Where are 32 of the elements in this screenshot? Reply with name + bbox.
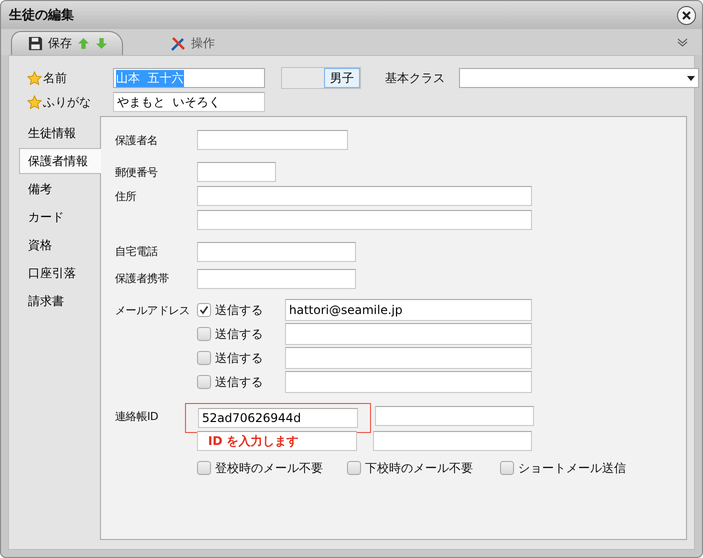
name-label: 名前	[43, 70, 67, 86]
toolbar-tab[interactable]: 操作	[153, 31, 230, 55]
side-tab[interactable]: カード	[19, 204, 100, 230]
send-label: 送信する	[215, 350, 263, 366]
option-label: 下校時のメール不要	[365, 460, 473, 476]
send-label: 送信する	[215, 302, 263, 318]
side-tab[interactable]: 資格	[19, 232, 100, 258]
toolbar-tab[interactable]: 保存	[11, 31, 123, 55]
home-phone-label: 自宅電話	[115, 244, 159, 259]
contact-id-field[interactable]: 52ad70626944d	[198, 408, 358, 428]
contact-id-field[interactable]: ID を入力します	[197, 430, 357, 450]
address-label: 住所	[115, 188, 138, 204]
email-label: メールアドレス	[115, 302, 191, 318]
kana-field[interactable]: やまもと いそろく	[113, 92, 265, 112]
kana-label: ふりがな	[43, 94, 91, 110]
side-tab[interactable]: 請求書	[19, 288, 100, 314]
option-label: ショートメール送信	[518, 460, 626, 476]
guardian-name-label: 保護者名	[115, 132, 159, 148]
side-tab[interactable]: 備考	[19, 176, 100, 202]
window-title: 生徒の編集	[9, 7, 74, 24]
email-field[interactable]: hattori@seamile.jp	[285, 299, 532, 321]
send-label: 送信する	[215, 374, 263, 390]
mobile-label: 保護者携帯	[115, 271, 170, 286]
side-tab[interactable]: 口座引落	[19, 260, 100, 286]
send-label: 送信する	[215, 326, 263, 342]
contact-id-label: 連絡帳ID	[115, 408, 160, 424]
class-label: 基本クラス	[385, 70, 446, 86]
zip-label: 郵便番号	[115, 164, 159, 180]
side-tab[interactable]: 保護者情報	[19, 148, 101, 174]
option-label: 登校時のメール不要	[215, 460, 323, 476]
gender-option[interactable]: 男子	[324, 68, 360, 88]
side-tab[interactable]: 生徒情報	[19, 120, 100, 146]
